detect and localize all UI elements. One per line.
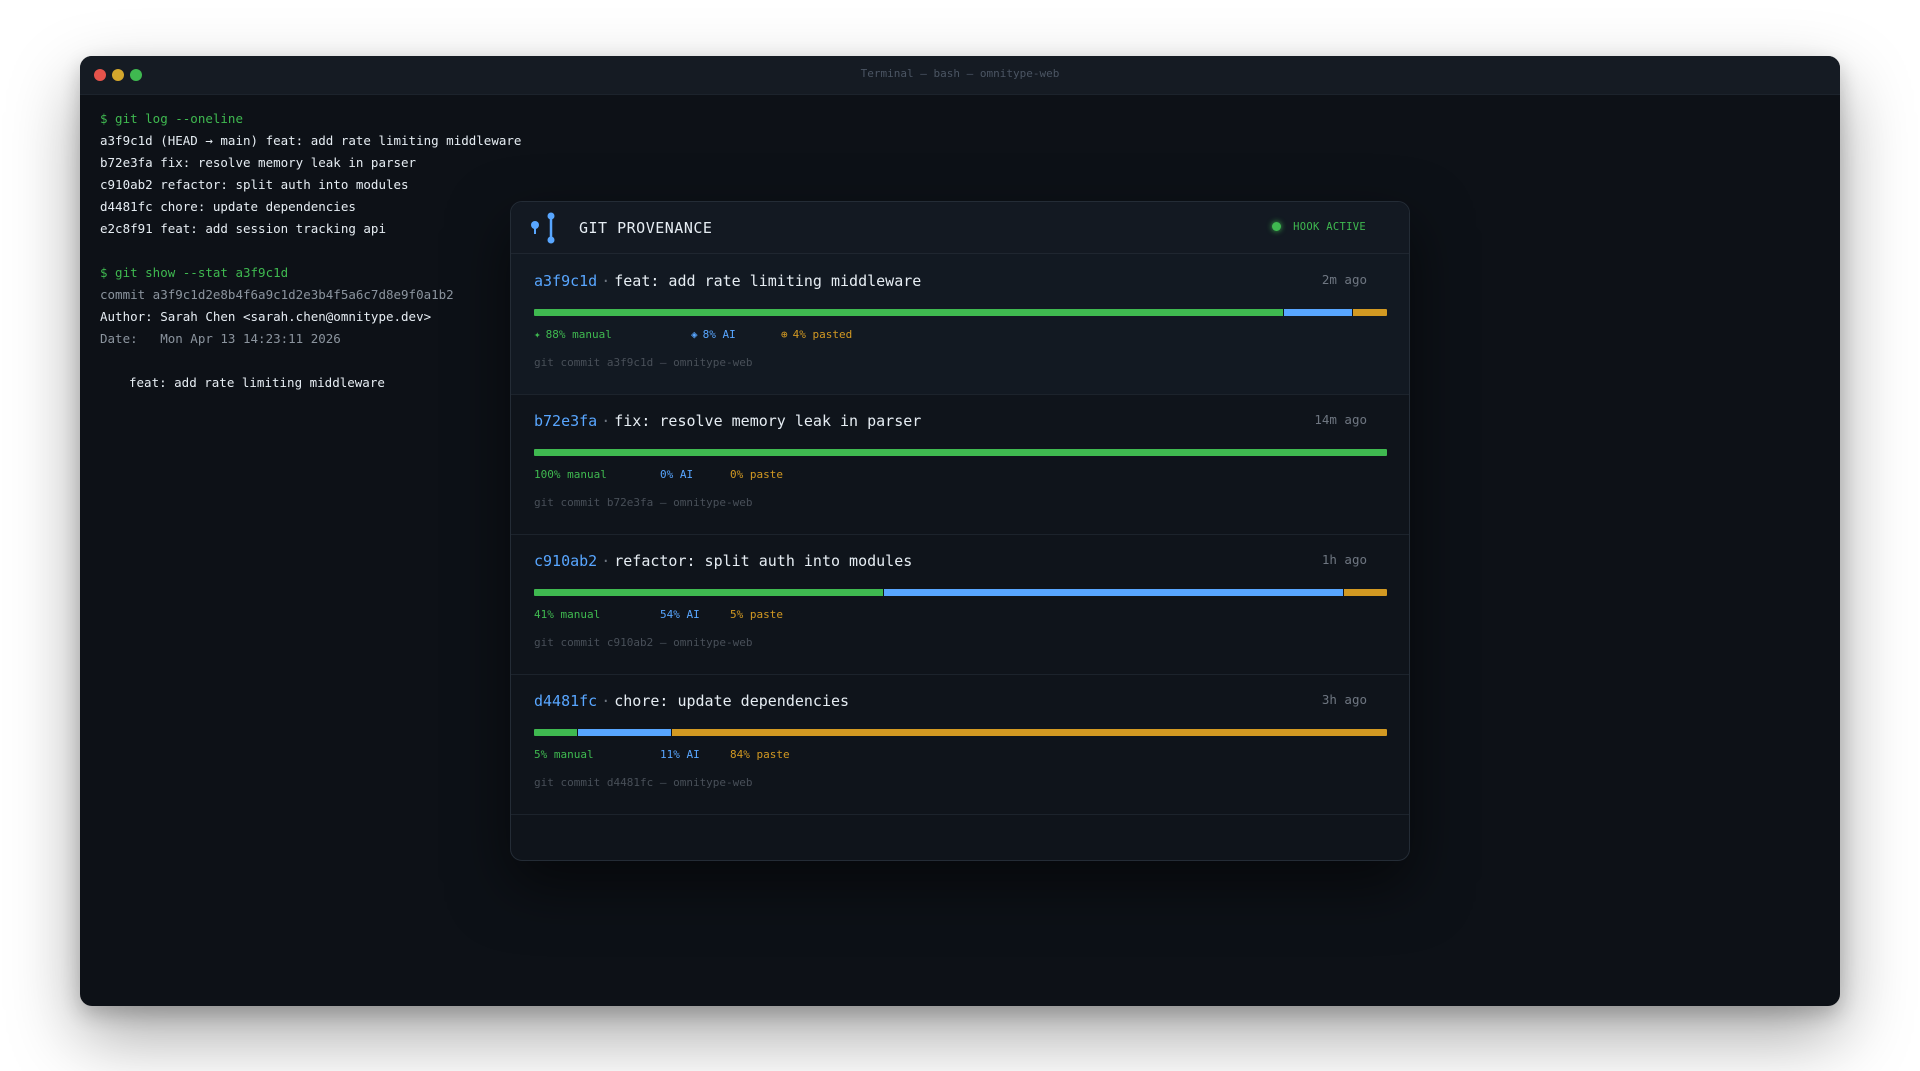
manual-stat-label: 88% manual <box>545 328 612 341</box>
window-title: Terminal — bash — omnitype-web <box>860 67 1060 80</box>
paste-stat: 84% paste <box>730 748 790 761</box>
commit-hash[interactable]: b72e3fa <box>534 412 597 430</box>
commit-time: 2m ago <box>1321 272 1367 287</box>
commit-message: refactor: split auth into modules <box>614 552 913 570</box>
provenance-bar <box>534 449 1387 456</box>
paste-stat-label: 5% paste <box>730 608 783 621</box>
manual-segment <box>534 449 1387 456</box>
paste-stat-label: 84% paste <box>730 748 790 761</box>
panel-header: GIT PROVENANCE HOOK ACTIVE <box>511 202 1409 254</box>
commit-row-a3f9c1d[interactable]: a3f9c1d · feat: add rate limiting middlewa… <box>511 254 1409 395</box>
hook-status-label: HOOK ACTIVE <box>1293 221 1366 233</box>
commit-time: 1h ago <box>1321 552 1367 567</box>
commit-footer: git commit a3f9c1d — omnitype-web <box>534 356 753 369</box>
commit-hash[interactable]: c910ab2 <box>534 552 597 570</box>
commit-message: chore: update dependencies <box>614 692 850 710</box>
manual-stat: ✦ 88% manual <box>534 328 612 341</box>
separator: · <box>601 272 611 290</box>
manual-stat-label: 5% manual <box>534 748 594 761</box>
git-provenance-panel: GIT PROVENANCE HOOK ACTIVE a3f9c1d · feat:… <box>510 201 1410 861</box>
separator: · <box>601 552 611 570</box>
paste-segment <box>1351 309 1387 316</box>
git-branch-icon <box>531 212 555 244</box>
title-bar: Terminal — bash — omnitype-web <box>80 56 1840 95</box>
commit-row-d4481fc[interactable]: d4481fc · chore: update dependencies 3h ag… <box>511 674 1409 815</box>
manual-segment <box>534 589 883 596</box>
paste-stat-label: 0% paste <box>730 468 783 481</box>
paste-stat: 0% paste <box>730 468 783 481</box>
separator: · <box>601 412 611 430</box>
manual-stat: 100% manual <box>534 468 607 481</box>
ai-stat: ◈ 8% AI <box>691 328 736 341</box>
manual-stat: 5% manual <box>534 748 594 761</box>
ai-stat-label: 54% AI <box>660 608 700 621</box>
provenance-bar <box>534 309 1387 316</box>
ai-segment <box>576 729 672 736</box>
paste-segment <box>671 729 1387 736</box>
commit-heading: b72e3fa · fix: resolve memory leak in pars… <box>534 412 921 430</box>
manual-stat-label: 41% manual <box>534 608 601 621</box>
ai-stat: 11% AI <box>660 748 700 761</box>
sparkle-icon: ✦ <box>534 328 541 341</box>
commit-message: fix: resolve memory leak in parser <box>614 412 922 430</box>
terminal-line: e2c8f91 feat: add session tracking api <box>100 221 386 236</box>
terminal-window: Terminal — bash — omnitype-web $ git log… <box>80 56 1840 1006</box>
paste-target-icon: ⊕ <box>781 328 788 341</box>
terminal-line: $ git log --oneline <box>100 111 243 126</box>
panel-title: GIT PROVENANCE <box>579 219 713 237</box>
separator: · <box>601 692 611 710</box>
terminal-line: feat: add rate limiting middleware <box>129 375 385 390</box>
manual-stat-label: 100% manual <box>534 468 607 481</box>
terminal-line: Author: Sarah Chen <sarah.chen@omnitype.… <box>100 309 432 324</box>
ai-diamond-icon: ◈ <box>691 328 698 341</box>
terminal-output[interactable]: $ git log --oneline a3f9c1d (HEAD → main)… <box>100 108 521 394</box>
commit-heading: c910ab2 · refactor: split auth into module… <box>534 552 912 570</box>
ai-stat: 0% AI <box>660 468 693 481</box>
commit-heading: d4481fc · chore: update dependencies <box>534 692 849 710</box>
paste-stat: ⊕ 4% pasted <box>781 328 852 341</box>
commit-time: 14m ago <box>1314 412 1367 427</box>
provenance-bar <box>534 729 1387 736</box>
ai-stat: 54% AI <box>660 608 700 621</box>
paste-stat: 5% paste <box>730 608 783 621</box>
ai-segment <box>1282 309 1352 316</box>
ai-segment <box>882 589 1344 596</box>
terminal-line: d4481fc chore: update dependencies <box>100 199 356 214</box>
terminal-line: b72e3fa fix: resolve memory leak in pars… <box>100 155 417 170</box>
ai-stat-label: 11% AI <box>660 748 700 761</box>
paste-stat-label: 4% pasted <box>792 328 853 341</box>
commit-message: feat: add rate limiting middleware <box>614 272 922 290</box>
terminal-line: c910ab2 refactor: split auth into module… <box>100 177 409 192</box>
commit-hash[interactable]: a3f9c1d <box>534 272 597 290</box>
ai-stat-label: 0% AI <box>660 468 694 481</box>
provenance-bar <box>534 589 1387 596</box>
commit-footer: git commit b72e3fa — omnitype-web <box>534 496 753 509</box>
terminal-line: commit a3f9c1d2e8b4f6a9c1d2e3b4f5a6c7d8e… <box>100 287 454 302</box>
commit-heading: a3f9c1d · feat: add rate limiting middlewa… <box>534 272 921 290</box>
manual-segment <box>534 729 577 736</box>
commit-row-c910ab2[interactable]: c910ab2 · refactor: split auth into module… <box>511 534 1409 675</box>
hook-status-indicator <box>1272 222 1281 231</box>
manual-segment <box>534 309 1283 316</box>
terminal-line: a3f9c1d (HEAD → main) feat: add rate lim… <box>100 133 522 148</box>
terminal-line: $ git show --stat a3f9c1d <box>100 265 289 280</box>
manual-stat: 41% manual <box>534 608 600 621</box>
commit-hash[interactable]: d4481fc <box>534 692 597 710</box>
commit-row-b72e3fa[interactable]: b72e3fa · fix: resolve memory leak in pars… <box>511 394 1409 535</box>
paste-segment <box>1343 589 1387 596</box>
commit-time: 3h ago <box>1321 692 1367 707</box>
ai-stat-label: 8% AI <box>702 328 736 341</box>
terminal-line: Date: Mon Apr 13 14:23:11 2026 <box>100 331 341 346</box>
commit-footer: git commit c910ab2 — omnitype-web <box>534 636 753 649</box>
commit-footer: git commit d4481fc — omnitype-web <box>534 776 753 789</box>
